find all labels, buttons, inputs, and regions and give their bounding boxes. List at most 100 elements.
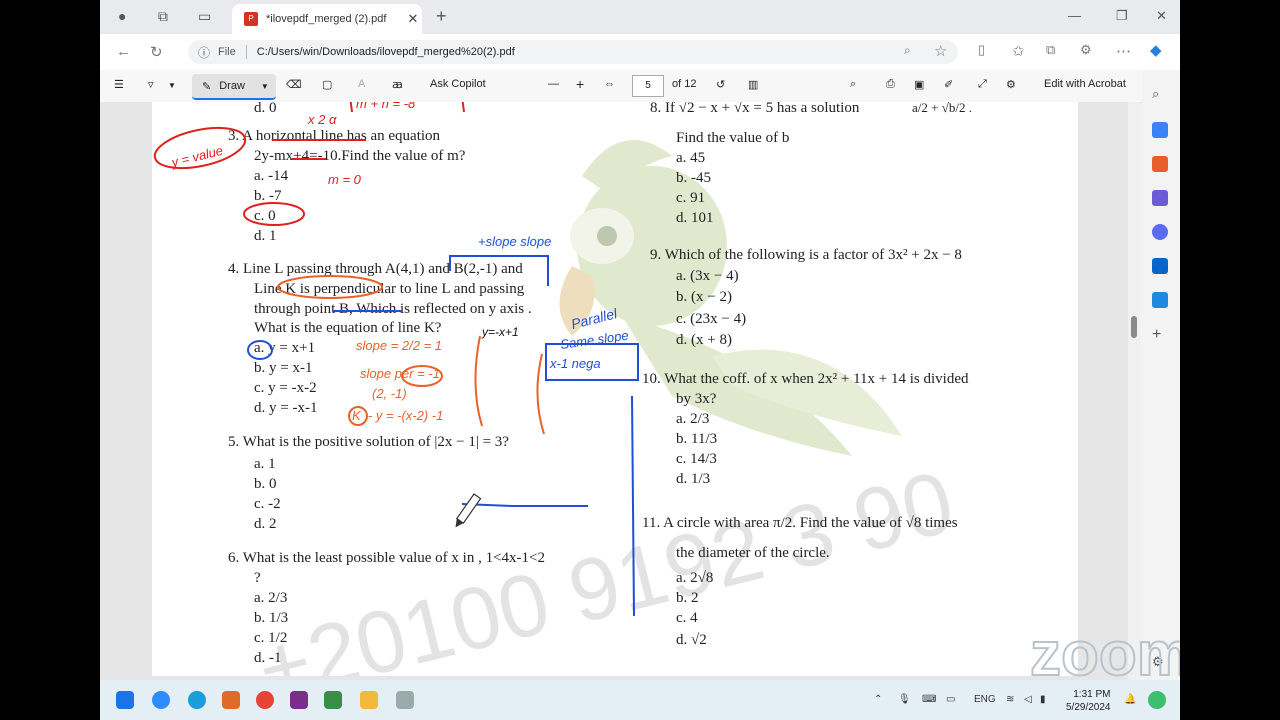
taskbar: ⌃ 🎙 ⌨ ▭ ENG ≋ ◁ ▮ 1:31 PM 5/29/2024 🔔	[100, 680, 1180, 720]
notification-icon[interactable]: 🔔	[1124, 694, 1136, 705]
back-icon[interactable]: ←	[116, 43, 131, 60]
address-divider	[245, 45, 247, 59]
close-window-button[interactable]: ✕	[1156, 8, 1167, 24]
chevron-down-icon: ▼	[260, 81, 269, 91]
display-icon[interactable]: ▭	[946, 694, 955, 705]
keyboard-icon[interactable]: ⌨	[922, 694, 936, 705]
clock-date: 5/29/2024	[1066, 702, 1111, 713]
new-tab-button[interactable]: +	[436, 6, 447, 27]
draw-button[interactable]: ✎ Draw ▼	[192, 74, 276, 100]
annotation-point: (2, -1)	[372, 386, 407, 401]
read-aloud-icon[interactable]: ꜳ	[392, 78, 403, 91]
chevron-down-icon[interactable]: ▼	[168, 81, 176, 90]
address-url: C:/Users/win/Downloads/ilovepdf_merged%2…	[256, 46, 515, 58]
search-icon[interactable]: ⌕	[850, 78, 856, 91]
page-total: of 12	[672, 78, 697, 90]
snipping-app-icon[interactable]	[222, 691, 240, 709]
rotate-icon[interactable]: ↺	[716, 78, 725, 91]
system-clock[interactable]: 1:31 PM 5/29/2024	[1066, 688, 1111, 714]
favorites-icon[interactable]: ✩	[1012, 42, 1025, 60]
tab-pdf[interactable]: P *ilovepdf_merged (2).pdf ✕	[232, 4, 422, 34]
split-screen-icon[interactable]: ▯	[978, 42, 985, 58]
volume-icon[interactable]: ◁	[1024, 694, 1032, 705]
annotation-slope-calc: slope = 2/2 = 1	[356, 338, 442, 353]
scrollbar-thumb[interactable]	[1131, 316, 1137, 338]
pen-icon: ✎	[202, 80, 212, 93]
explorer-app-icon[interactable]	[360, 691, 378, 709]
annotation-m-zero: m = 0	[328, 172, 362, 187]
page-view-icon[interactable]: ▥	[748, 78, 758, 91]
print-icon[interactable]: ⎙	[886, 78, 895, 91]
language-label[interactable]: ENG	[974, 694, 996, 705]
pen-cursor-icon	[455, 493, 482, 528]
mic-icon[interactable]: 🎙	[898, 694, 911, 705]
edge-app-icon[interactable]	[188, 691, 206, 709]
save-as-icon[interactable]: ✐	[944, 78, 953, 91]
sidebar-search-icon[interactable]: ⌕	[1152, 86, 1168, 102]
page-number-input[interactable]: 5	[632, 75, 664, 97]
sidebar-games-icon[interactable]	[1152, 190, 1168, 206]
vertical-scrollbar[interactable]	[1128, 102, 1140, 680]
zoom-out-button[interactable]: —	[548, 78, 559, 90]
address-bar[interactable]: ⓘ File C:/Users/win/Downloads/ilovepdf_m…	[188, 40, 958, 64]
start-icon[interactable]	[116, 691, 134, 709]
onenote-app-icon[interactable]	[290, 691, 308, 709]
annotation-parallel: Parallel	[569, 305, 619, 332]
zoom-logo: zoom	[1029, 620, 1180, 689]
ink-annotations: m + n = -8 x 2 α y = value m = 0 +slope …	[153, 102, 639, 617]
edge-sidebar: ⌕ + ⚙	[1142, 70, 1180, 680]
tab-actions-icon[interactable]: ▭	[198, 8, 211, 25]
save-icon[interactable]: ▣	[914, 78, 924, 91]
sidebar-shopping-icon[interactable]	[1152, 122, 1168, 138]
browser-window: ● ⧉ ▭ P *ilovepdf_merged (2).pdf ✕ + — ❐…	[100, 0, 1180, 720]
collections-toolbar-icon[interactable]: ⧉	[1046, 42, 1055, 58]
sidebar-outlook-icon[interactable]	[1152, 258, 1168, 274]
minimize-button[interactable]: —	[1068, 8, 1081, 23]
restore-button[interactable]: ❐	[1116, 8, 1128, 24]
collections-icon[interactable]: ⧉	[158, 8, 168, 25]
edit-with-acrobat-button[interactable]: Edit with Acrobat	[1044, 78, 1126, 90]
pdf-toolbar: ☰ ▿ ▼ ✎ Draw ▼ ⌫ ▢ A ꜳ Ask Copilot — + ⇔…	[100, 70, 1180, 103]
sidebar-copilot-icon[interactable]	[1152, 224, 1168, 240]
contents-icon[interactable]: ☰	[114, 78, 124, 91]
notes-app-icon[interactable]	[324, 691, 342, 709]
annotation-k-eq: K :- y = -(x-2) -1	[352, 408, 443, 423]
favorite-star-icon[interactable]: ☆	[934, 42, 947, 60]
annotation-y-eq: y=-x+1	[481, 325, 519, 339]
tab-title: *ilovepdf_merged (2).pdf	[266, 13, 387, 25]
sidebar-send-icon[interactable]	[1152, 292, 1168, 308]
add-text-icon[interactable]: ▢	[322, 78, 332, 91]
eraser-icon[interactable]: ⌫	[286, 78, 302, 91]
title-bar: ● ⧉ ▭ P *ilovepdf_merged (2).pdf ✕ + — ❐…	[100, 0, 1180, 34]
refresh-icon[interactable]: ↻	[150, 43, 163, 61]
address-bar-row: ← ↻ ⓘ File C:/Users/win/Downloads/ilovep…	[100, 34, 1180, 70]
ask-copilot-button[interactable]: Ask Copilot	[430, 78, 486, 90]
tray-chevron-icon[interactable]: ⌃	[874, 694, 882, 705]
blue-ink	[247, 255, 639, 617]
extensions-icon[interactable]: ⚙	[1080, 42, 1092, 58]
copilot-icon[interactable]: ◆	[1150, 41, 1162, 59]
annotation-slope-perp: slope per = -1	[360, 366, 440, 381]
zoom-app-icon[interactable]	[152, 691, 170, 709]
sidebar-tools-icon[interactable]	[1152, 156, 1168, 172]
annotation-slope-slope: +slope slope	[478, 234, 551, 249]
annotation-x-neg: x-1 nega	[549, 356, 601, 371]
menu-icon[interactable]: ⋯	[1116, 42, 1131, 60]
zoom-in-button[interactable]: +	[576, 76, 584, 92]
pdf-viewer[interactable]: +20100 9192 3 90 d. 0 3. A horizontal li…	[100, 102, 1140, 680]
sidebar-add-icon[interactable]: +	[1152, 326, 1168, 343]
settings-icon[interactable]: ⚙	[1006, 78, 1016, 91]
chrome-app-icon[interactable]	[256, 691, 274, 709]
zoom-icon[interactable]: ⌕	[904, 43, 911, 58]
wifi-icon[interactable]: ≋	[1006, 694, 1014, 705]
battery-icon[interactable]: ▮	[1040, 694, 1046, 705]
clock-time: 1:31 PM	[1073, 689, 1111, 700]
tab-close-icon[interactable]: ✕	[404, 11, 422, 27]
fit-page-icon[interactable]: ⇔	[604, 78, 615, 90]
device-app-icon[interactable]	[396, 691, 414, 709]
highlight-icon[interactable]: ▿	[148, 78, 154, 91]
copilot-taskbar-icon[interactable]	[1148, 691, 1166, 709]
fullscreen-icon[interactable]: ⤢	[978, 78, 987, 91]
profile-icon[interactable]: ●	[118, 8, 126, 24]
info-icon: ⓘ	[198, 45, 211, 60]
